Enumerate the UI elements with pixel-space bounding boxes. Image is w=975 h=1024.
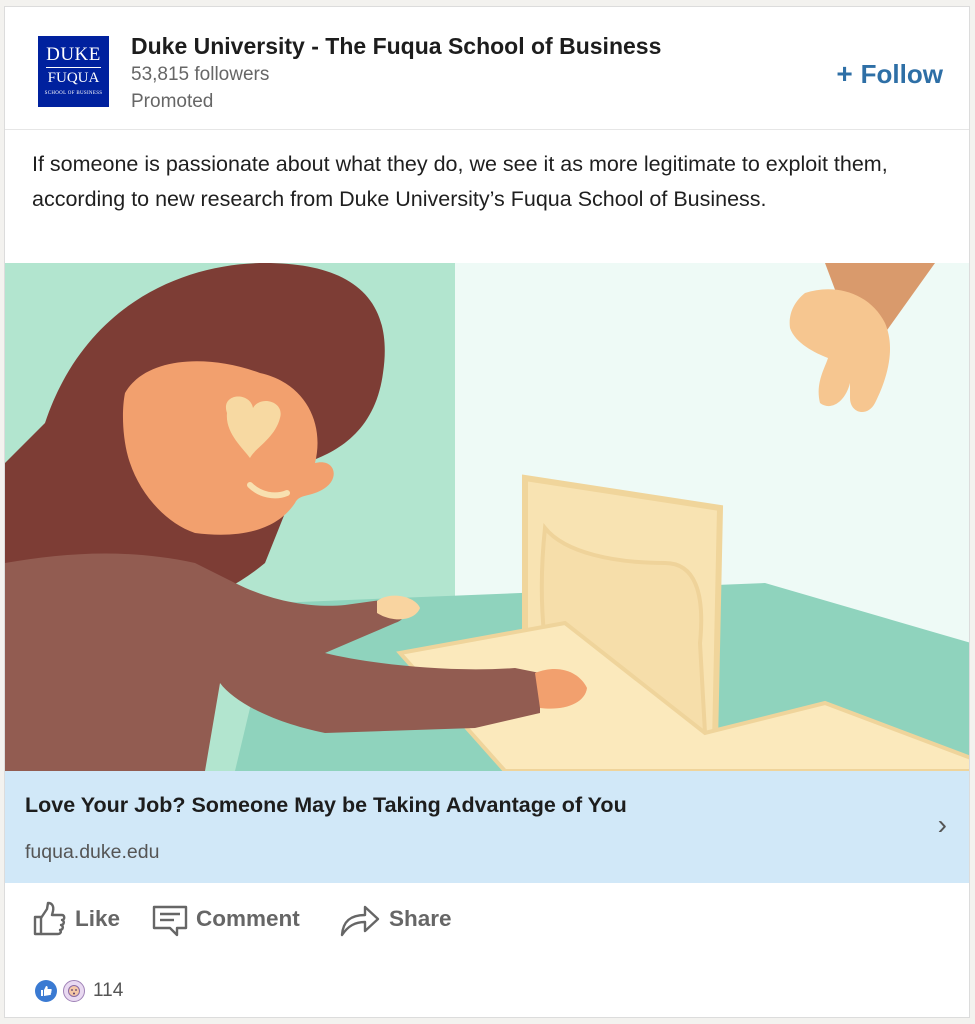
like-button[interactable]: Like (31, 897, 120, 941)
like-reaction-icon (35, 980, 57, 1002)
post-body-text: If someone is passionate about what they… (32, 152, 888, 211)
curious-reaction-icon (63, 980, 85, 1002)
logo-divider (46, 67, 101, 68)
share-icon (340, 905, 380, 937)
chevron-right-icon[interactable]: › (938, 809, 947, 841)
post-hero-image[interactable] (5, 263, 969, 771)
thumbs-up-icon (33, 901, 66, 936)
comment-label: Comment (196, 906, 300, 931)
company-name-link[interactable]: Duke University - The Fuqua School of Bu… (131, 33, 661, 60)
follow-button[interactable]: + Follow (836, 58, 943, 90)
logo-line-3: SCHOOL OF BUSINESS (44, 91, 103, 96)
plus-icon: + (836, 58, 853, 89)
share-label: Share (389, 906, 452, 931)
follow-label: Follow (860, 59, 943, 89)
link-domain: fuqua.duke.edu (25, 841, 160, 863)
link-title[interactable]: Love Your Job? Someone May be Taking Adv… (25, 793, 627, 818)
post-header: DUKE FUQUA SCHOOL OF BUSINESS Duke Unive… (5, 7, 969, 130)
promoted-label: Promoted (131, 91, 214, 112)
social-actions-bar: Like Comment Share (5, 891, 969, 947)
logo-line-2: FUQUA (47, 70, 100, 86)
comment-icon (152, 905, 188, 937)
share-button[interactable]: Share (339, 897, 452, 941)
reaction-count[interactable]: 114 (93, 980, 123, 1002)
company-logo[interactable]: DUKE FUQUA SCHOOL OF BUSINESS (38, 36, 109, 107)
logo-line-1: DUKE (46, 44, 101, 65)
link-preview[interactable]: Love Your Job? Someone May be Taking Adv… (5, 771, 969, 883)
comment-button[interactable]: Comment (152, 897, 300, 941)
like-label: Like (75, 906, 121, 931)
feed-post-card: DUKE FUQUA SCHOOL OF BUSINESS Duke Unive… (4, 6, 970, 1018)
follower-count: 53,815 followers (131, 64, 270, 85)
reactions-summary[interactable]: 114 (35, 977, 123, 1005)
